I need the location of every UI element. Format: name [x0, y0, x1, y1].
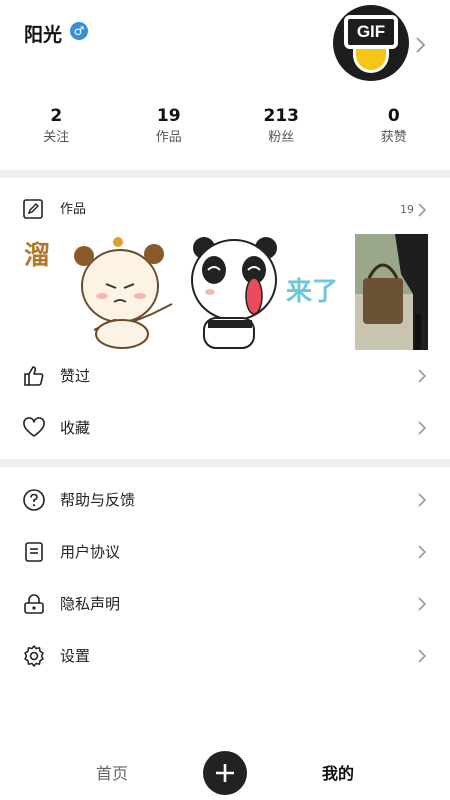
menu-item-privacy[interactable]: 隐私声明 [0, 578, 450, 630]
stat-value: 19 [156, 106, 181, 126]
chevron-right-icon [418, 421, 427, 435]
works-label: 作品 [60, 202, 87, 217]
work-thumbnail-panda-sticker[interactable]: 来了 [188, 234, 348, 350]
help-circle-icon [23, 489, 45, 511]
section-divider [0, 459, 450, 467]
stat-value: 2 [50, 106, 63, 126]
chevron-right-icon [418, 493, 427, 507]
profile-header[interactable]: 阳光 ♂ GIF [0, 0, 450, 92]
menu-item-label: 收藏 [60, 419, 91, 437]
heart-icon [23, 417, 45, 437]
document-icon [25, 542, 43, 562]
stat-label: 粉丝 [268, 130, 295, 145]
works-count: 19 [400, 203, 414, 216]
section-divider [0, 170, 450, 178]
stat-label: 关注 [43, 130, 70, 145]
sticker-text: 溜 [24, 240, 50, 271]
chevron-right-icon [418, 545, 427, 559]
menu-item-favorites[interactable]: 收藏 [0, 402, 450, 454]
smile-shape [353, 49, 389, 73]
avatar[interactable]: GIF [333, 5, 409, 81]
menu-item-label: 帮助与反馈 [60, 491, 136, 509]
chevron-right-icon [418, 369, 427, 383]
menu-item-label: 设置 [60, 647, 91, 665]
bottom-navigation: 首页 我的 [0, 744, 450, 800]
edit-icon [23, 199, 43, 219]
stat-works[interactable]: 19 作品 [113, 104, 226, 154]
works-thumbnails: 溜 来了 [22, 234, 428, 352]
chevron-right-icon [416, 37, 426, 53]
menu-item-user-agreement[interactable]: 用户协议 [0, 526, 450, 578]
sticker-text: 来了 [286, 277, 338, 307]
add-button[interactable] [203, 751, 247, 795]
works-section-header[interactable]: 作品 19 [0, 190, 450, 230]
menu-item-label: 赞过 [60, 367, 91, 385]
stat-following[interactable]: 2 关注 [0, 104, 113, 154]
stat-value: 0 [387, 106, 400, 126]
plus-icon [216, 764, 234, 782]
menu-item-help-feedback[interactable]: 帮助与反馈 [0, 474, 450, 526]
thumbs-up-icon [24, 366, 44, 386]
stat-label: 获赞 [380, 130, 407, 145]
chevron-right-icon [418, 597, 427, 611]
stats-bar: 2 关注 19 作品 213 粉丝 0 获赞 [0, 104, 450, 154]
stat-fans[interactable]: 213 粉丝 [225, 104, 338, 154]
lock-icon [24, 594, 44, 614]
stat-likes[interactable]: 0 获赞 [338, 104, 450, 154]
chevron-right-icon [418, 649, 427, 663]
stat-label: 作品 [155, 130, 182, 145]
stat-value: 213 [263, 106, 300, 126]
gear-icon [24, 645, 44, 667]
male-gender-icon: ♂ [70, 22, 88, 40]
menu-item-settings[interactable]: 设置 [0, 630, 450, 682]
gif-badge: GIF [344, 15, 398, 49]
nav-mine[interactable]: 我的 [306, 760, 370, 784]
work-thumbnail-photo[interactable] [355, 234, 428, 350]
username: 阳光 [24, 24, 63, 46]
work-thumbnail-girl-sticker[interactable]: 溜 [22, 234, 182, 350]
menu-item-label: 隐私声明 [60, 595, 121, 613]
menu-item-liked[interactable]: 赞过 [0, 350, 450, 402]
chevron-right-icon [418, 203, 427, 217]
menu-item-label: 用户协议 [60, 543, 121, 561]
nav-home[interactable]: 首页 [80, 760, 144, 784]
